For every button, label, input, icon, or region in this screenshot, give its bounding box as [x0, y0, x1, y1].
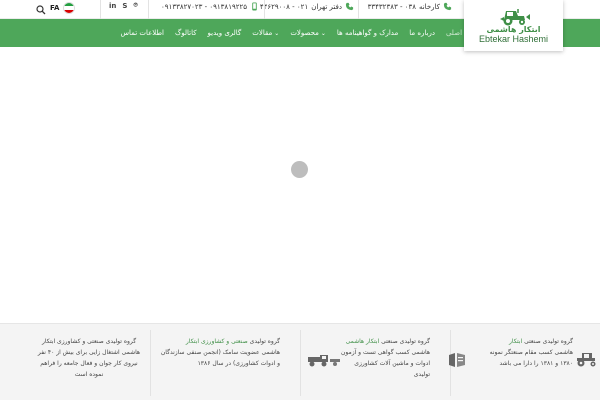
feature-title: گروه تولیدی صنعتی [524, 338, 573, 345]
language-switcher[interactable]: FA [50, 2, 76, 14]
instagram-icon[interactable]: ⌾ [133, 1, 137, 10]
phone-icon [345, 2, 354, 11]
feature-text: هاشمی کسب مقام صنعتگر نمونه [489, 349, 573, 356]
factory-contact[interactable]: کارخانه ۰۳۸ - ۳۳۴۳۲۳۸۳ [368, 2, 452, 11]
nav-item[interactable]: گالری ویدیو [208, 29, 242, 37]
office-label: دفتر تهران [311, 2, 342, 11]
skype-icon[interactable]: S [122, 2, 127, 10]
mobile-contact[interactable]: ۰۹۱۳۸۱۹۲۲۵ - ۰۹۱۳۳۸۲۷۰۲۳ [161, 2, 259, 11]
page: کارخانه ۰۳۸ - ۳۳۴۳۲۳۸۳ دفتر تهران ۰۲۱ - … [0, 0, 600, 400]
nav-item[interactable]: مقالات ⌄ [252, 29, 279, 37]
feature-text: تولیدی [413, 371, 430, 378]
chevron-down-icon: ⌄ [320, 29, 326, 37]
logo-name-fa: ابتکار هاشمی [486, 24, 541, 34]
tractor-icon [577, 353, 596, 367]
nav-item-label: کاتالوگ [174, 29, 197, 37]
logo-name-en: Ebtekar Hashemi [478, 33, 549, 44]
feature-text: هاشمی اشتغال زایی برای بیش از ۴۰ نفر [37, 349, 141, 356]
factory-label: کارخانه [418, 2, 440, 11]
loading-spinner [291, 161, 308, 178]
nav-item[interactable]: اطلاعات تماس [120, 29, 164, 37]
features-strip: گروه تولیدی صنعتی ابتکار هاشمی کسب مقام … [0, 323, 600, 400]
iran-flag-icon [63, 2, 76, 14]
office-phone: ۰۲۱ - ۴۴۶۲۹۰۰۸ [259, 2, 309, 11]
logo[interactable]: ابتکار هاشمی Ebtekar Hashemi [464, 0, 563, 51]
nav-item[interactable]: محصولات ⌄ [290, 29, 326, 37]
feature-highlight: ابتکار [509, 338, 523, 345]
divider [148, 0, 149, 19]
feature-text: نیروی کار جوان و فعال جامعه را فراهم [40, 360, 138, 367]
nav-item[interactable]: مدارک و گواهینامه ها [337, 29, 398, 37]
divider [358, 0, 359, 19]
nav-item[interactable]: کاتالوگ [175, 29, 197, 37]
feature-title: گروه تولیدی صنعتی [381, 338, 430, 345]
nav-item-label: اطلاعات تماس [120, 29, 164, 37]
tractor-logo-icon [499, 8, 530, 25]
search-icon[interactable] [36, 5, 46, 15]
nav-item-label: مدارک و گواهینامه ها [336, 29, 399, 37]
feature-card: گروه تولیدی صنعتی و کشاورزی ابتکار هاشمی… [158, 336, 280, 396]
nav-menu: صفحه اصلیدرباره مامدارک و گواهینامه هامح… [120, 19, 482, 47]
phone-icon [443, 2, 452, 11]
mobile-icon [252, 2, 257, 11]
divider [264, 0, 265, 19]
linkedin-icon[interactable]: in [109, 2, 116, 10]
mobile-phones: ۰۹۱۳۸۱۹۲۲۵ - ۰۹۱۳۳۸۲۷۰۲۳ [161, 2, 247, 11]
nav-item-label: درباره ما [409, 29, 435, 37]
feature-card: گروه تولیدی صنعتی و کشاورزی ابتکار هاشمی… [30, 336, 148, 396]
feature-card: گروه تولیدی صنعتی ابتکار هاشمی کسب مقام … [463, 336, 573, 396]
divider [300, 330, 301, 396]
nav-item-label: مقالات [252, 29, 273, 37]
nav-item-label: محصولات [290, 29, 319, 37]
feature-text: گروه تولیدی صنعتی و کشاورزی ابتکار [41, 338, 137, 345]
feature-title: گروه تولیدی [249, 338, 280, 345]
social-links: in S ⌾ [109, 1, 138, 10]
nav-item-label: گالری ویدیو [207, 29, 242, 37]
feature-text: ۱۳۸۰ و ۱۳۸۱ را دارا می باشد [499, 360, 574, 367]
chevron-down-icon: ⌄ [274, 29, 280, 37]
factory-phone: ۰۳۸ - ۳۳۴۳۲۳۸۳ [367, 2, 416, 11]
feature-text: و ادوات کشاورزی) در سال ۱۳۸۶ [197, 360, 280, 367]
feature-highlight: صنعتی و کشاورزی ابتکار [185, 338, 248, 345]
certificate-icon [449, 353, 465, 367]
language-label: FA [50, 4, 60, 12]
feature-text: هاشمی عضویت سامک (انجمن صنفی سازندگان [160, 349, 280, 356]
office-contact[interactable]: دفتر تهران ۰۲۱ - ۴۴۶۲۹۰۰۸ [260, 2, 354, 11]
feature-text: نموده است [74, 371, 104, 378]
divider [100, 0, 101, 19]
divider [150, 330, 151, 396]
nav-item[interactable]: درباره ما [409, 29, 435, 37]
harvester-icon [308, 355, 340, 367]
feature-highlight: ابتکار هاشمی [345, 338, 380, 345]
